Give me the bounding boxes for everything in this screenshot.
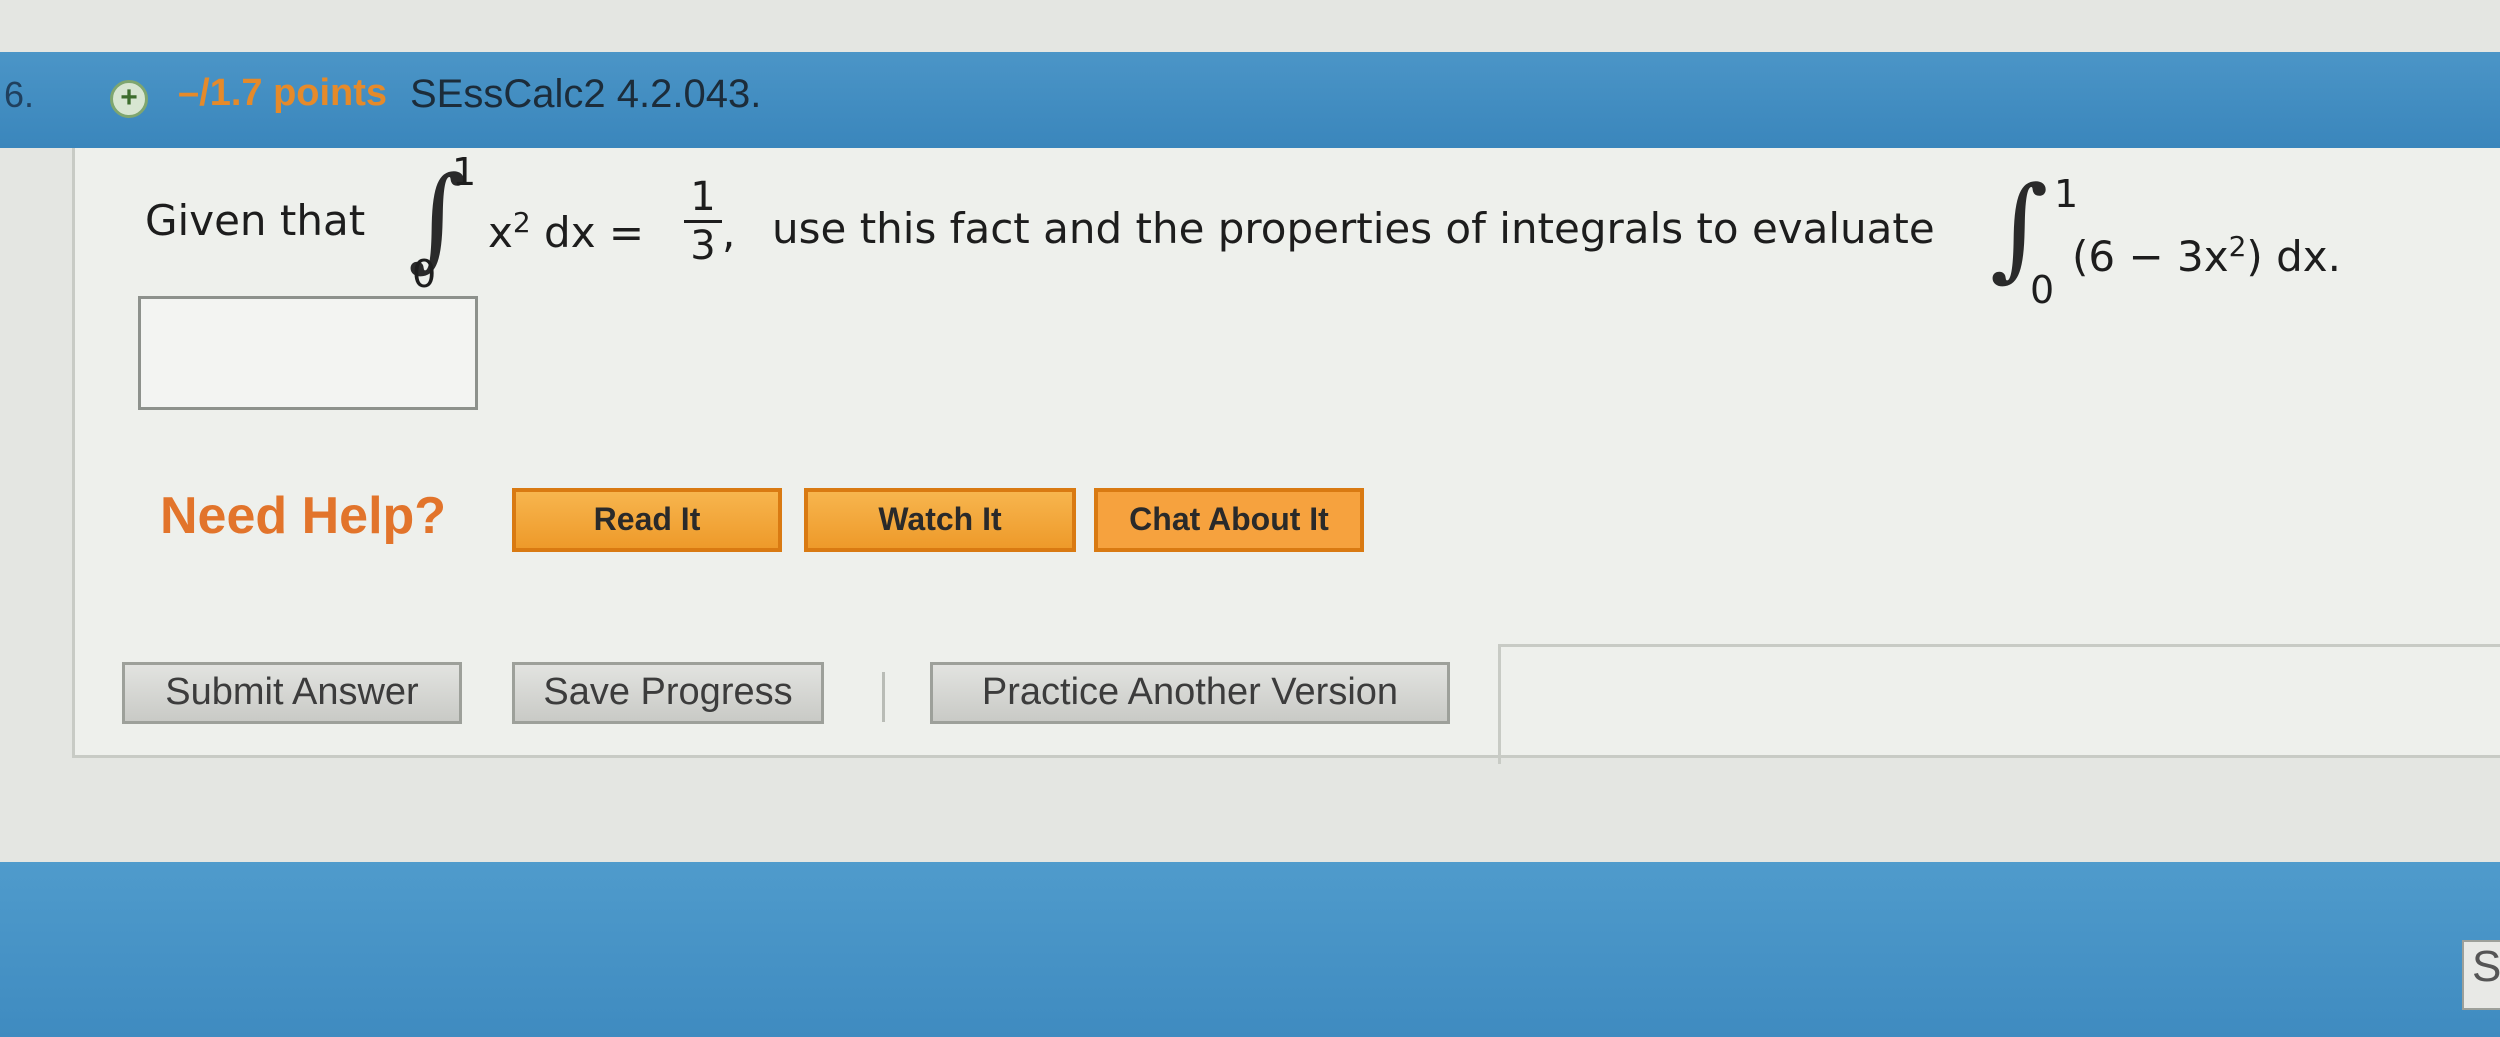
- integral1-upper-limit: 1: [452, 150, 477, 194]
- integral1-lower-limit: 0: [412, 252, 437, 296]
- submit-answer-button[interactable]: Submit Answer: [122, 662, 462, 724]
- dx-equals: dx =: [530, 208, 645, 257]
- fraction-numerator: 1: [690, 174, 716, 220]
- integrand2-close: ) dx.: [2246, 232, 2342, 281]
- question-number: 6.: [4, 74, 35, 115]
- integrand-exponent: 2: [512, 206, 531, 239]
- expand-plus-icon[interactable]: +: [110, 80, 148, 118]
- bottom-blue-bar: [0, 862, 2500, 1037]
- save-progress-button[interactable]: Save Progress: [512, 662, 824, 724]
- button-divider: [882, 672, 885, 722]
- chat-about-it-button[interactable]: Chat About It: [1094, 488, 1364, 552]
- watch-it-button[interactable]: Watch It: [804, 488, 1076, 552]
- fraction-denominator: 3: [690, 223, 716, 269]
- answer-input[interactable]: [138, 296, 478, 410]
- comma: ,: [722, 208, 736, 257]
- webassign-page: 6. + –/1.7 points SEssCalc2 4.2.043. Giv…: [0, 0, 2500, 1037]
- integrand2-exponent: 2: [2228, 230, 2247, 263]
- corner-button[interactable]: S: [2462, 940, 2500, 1010]
- integral2-upper-limit: 1: [2054, 172, 2079, 216]
- right-panel-outline: [1498, 644, 2500, 764]
- question-id: SEssCalc2 4.2.043.: [410, 72, 762, 116]
- question-points: –/1.7 points: [178, 72, 388, 114]
- integral1-expression: x2 dx =: [488, 206, 644, 257]
- integrand2-open: (6 − 3x: [2072, 232, 2229, 281]
- need-help-label: Need Help?: [160, 487, 447, 545]
- integrand-base: x: [488, 208, 513, 257]
- instruction-text: use this fact and the properties of inte…: [772, 204, 1935, 253]
- practice-another-version-button[interactable]: Practice Another Version: [930, 662, 1450, 724]
- read-it-button[interactable]: Read It: [512, 488, 782, 552]
- given-label: Given that: [145, 196, 366, 245]
- fraction-one-third: 1 3: [684, 176, 722, 267]
- integral2-expression: (6 − 3x2) dx.: [2072, 230, 2341, 281]
- integral2-lower-limit: 0: [2030, 268, 2055, 312]
